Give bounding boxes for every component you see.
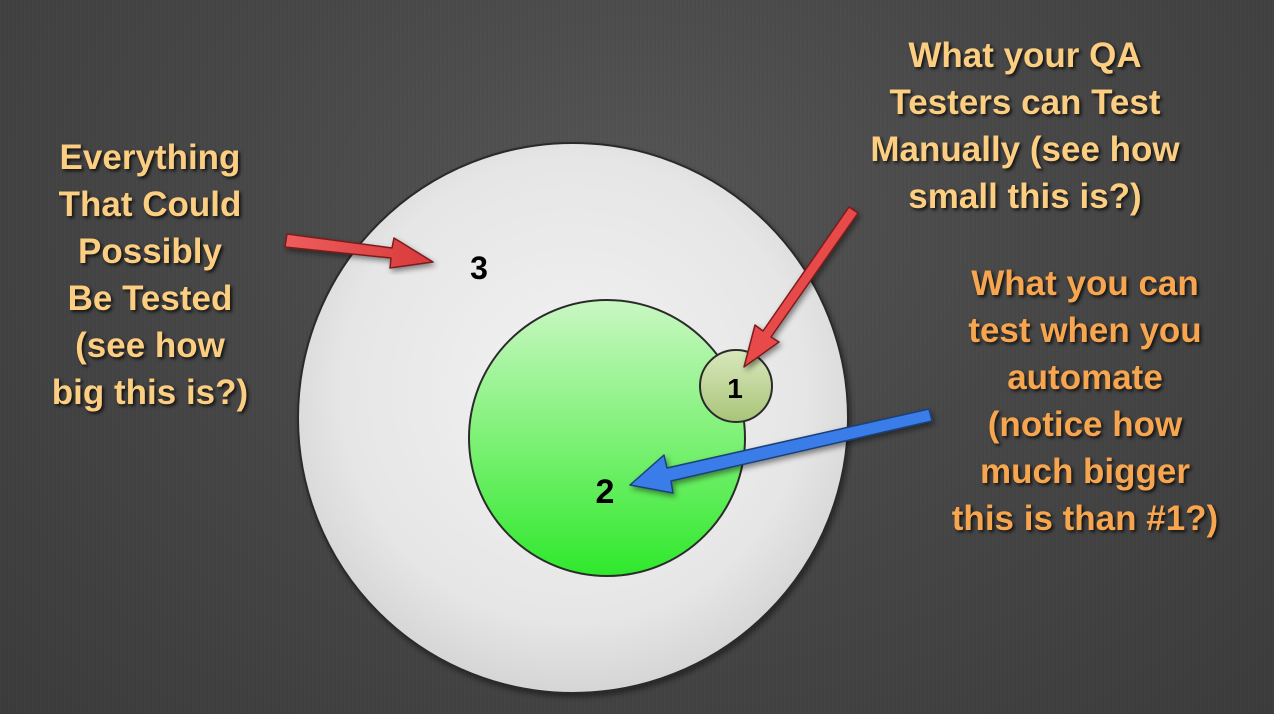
callout-everything-line: That Could <box>58 185 242 224</box>
callout-qa-manual-line: Manually (see how <box>870 130 1180 169</box>
callout-everything: Everything That Could Possibly Be Tested… <box>30 134 270 416</box>
region-3-label: 3 <box>470 250 488 286</box>
callout-everything-line: Everything <box>59 138 241 177</box>
callout-automate-line: What you can <box>971 264 1199 303</box>
callout-everything-line: (see how <box>75 326 225 365</box>
callout-qa-manual-line: What your QA <box>908 36 1142 75</box>
region-2-label: 2 <box>596 473 615 511</box>
middle-circle <box>468 299 746 577</box>
callout-everything-line: big this is?) <box>51 373 249 412</box>
callout-automate-line: this is than #1?) <box>951 499 1219 538</box>
callout-qa-manual-line: small this is?) <box>908 177 1142 216</box>
callout-automate-line: much bigger <box>979 452 1191 491</box>
callout-automate-line: test when you <box>968 311 1202 350</box>
callout-automate-line: automate <box>1007 358 1163 397</box>
callout-qa-manual: What your QA Testers can Test Manually (… <box>820 32 1230 220</box>
callout-qa-manual-line: Testers can Test <box>889 83 1161 122</box>
callout-everything-line: Possibly <box>78 232 222 271</box>
callout-automate-line: (notice how <box>987 405 1183 444</box>
callout-everything-line: Be Tested <box>67 279 233 318</box>
callout-automate: What you can test when you automate (not… <box>905 260 1265 542</box>
region-1-label: 1 <box>727 373 743 404</box>
slide: 3 2 1 Everything That Could Possibly Be … <box>0 0 1274 714</box>
